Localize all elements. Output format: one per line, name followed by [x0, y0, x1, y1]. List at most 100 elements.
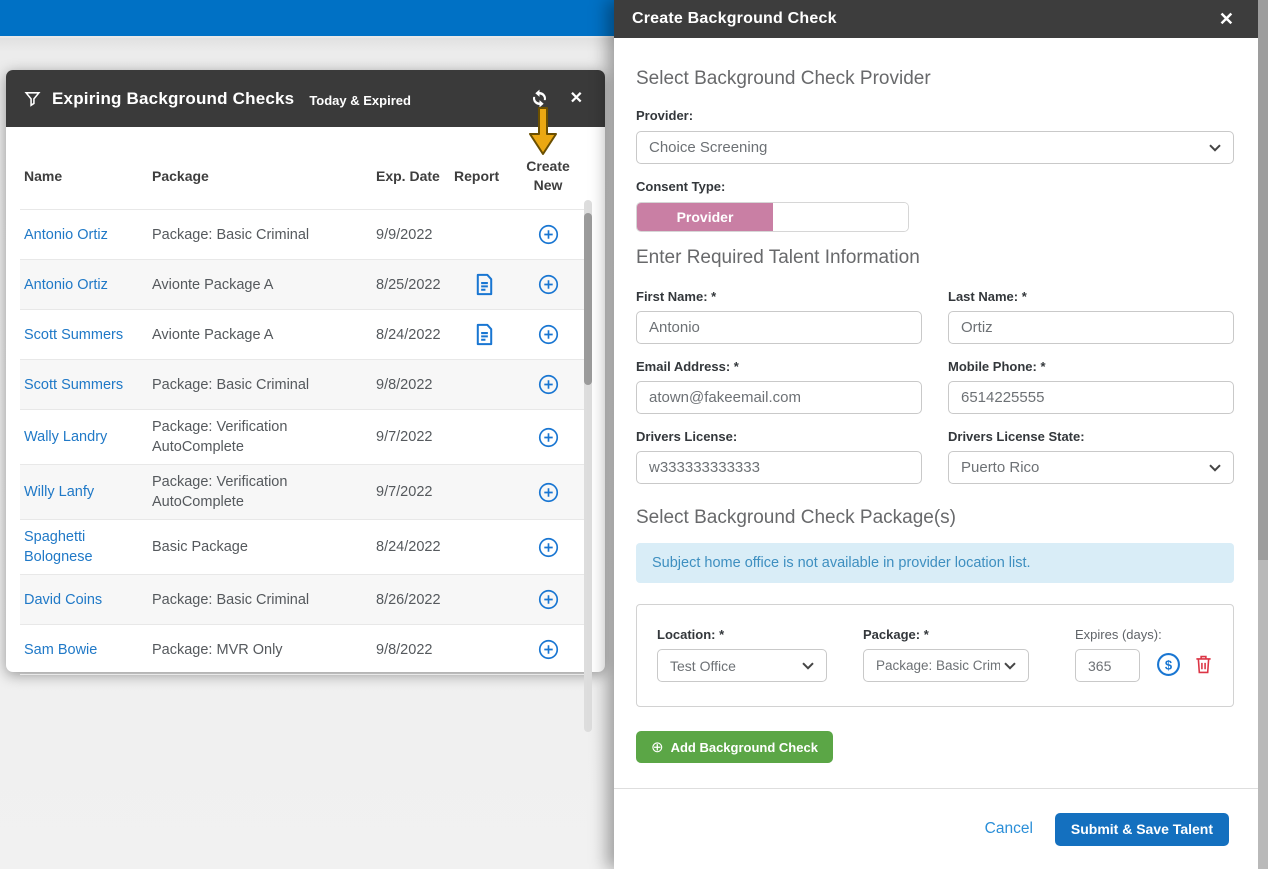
form-field: Drivers License State: Puerto Rico	[948, 429, 1234, 484]
add-background-check-button[interactable]: ⊕ Add Background Check	[636, 731, 833, 763]
drivers-license-field[interactable]	[636, 451, 922, 484]
provider-location-alert: Subject home office is not available in …	[636, 543, 1234, 583]
modal-close-button[interactable]: ✕	[1215, 6, 1238, 32]
create-new-button[interactable]	[514, 589, 578, 610]
create-new-button[interactable]	[514, 482, 578, 503]
report-document-icon	[473, 273, 496, 296]
provider-select[interactable]: Choice Screening	[636, 131, 1234, 164]
package-cell: Avionte Package A	[148, 325, 372, 345]
alert-text: Subject home office is not available in …	[652, 555, 1031, 571]
talent-name-link[interactable]: Scott Summers	[20, 375, 148, 395]
chevron-down-icon	[802, 662, 814, 670]
create-new-button[interactable]	[514, 374, 578, 395]
modal-body: Select Background Check Provider Provide…	[614, 38, 1268, 763]
create-new-plus-icon	[538, 374, 559, 395]
talent-name-link[interactable]: Sam Bowie	[20, 640, 148, 660]
delete-trash-icon[interactable]	[1194, 654, 1213, 675]
talent-name-link[interactable]: Wally Landry	[20, 427, 148, 447]
create-new-button[interactable]	[514, 324, 578, 345]
form-field: Mobile Phone: *	[948, 359, 1234, 414]
create-new-button[interactable]	[514, 274, 578, 295]
mobile-phone-field[interactable]	[948, 381, 1234, 414]
talent-name-link[interactable]: David Coins	[20, 590, 148, 610]
table-row: David CoinsPackage: Basic Criminal8/26/2…	[20, 575, 591, 625]
last-name-field[interactable]	[948, 311, 1234, 344]
package-row-card: Location: * Test Office Package: * Packa…	[636, 604, 1234, 707]
provider-label: Provider:	[636, 108, 1234, 123]
package-select-value: Package: Basic Criminal	[876, 658, 1000, 673]
package-cell: Package: Basic Criminal	[148, 590, 372, 610]
table-header-row: Name Package Exp. Date Report Create New	[20, 127, 591, 210]
package-section-heading: Select Background Check Package(s)	[636, 507, 1234, 529]
talent-section-heading: Enter Required Talent Information	[636, 247, 1234, 269]
report-cell[interactable]	[450, 323, 514, 346]
create-new-plus-icon	[538, 427, 559, 448]
panel-subtitle: Today & Expired	[309, 93, 411, 108]
table-row: Sam BowiePackage: MVR Only9/8/2022	[20, 625, 591, 675]
talent-name-link[interactable]: Willy Lanfy	[20, 482, 148, 502]
column-header-name: Name	[20, 168, 148, 184]
create-new-button[interactable]	[514, 537, 578, 558]
talent-name-link[interactable]: Spaghetti Bolognese	[20, 527, 148, 567]
create-new-plus-icon	[538, 324, 559, 345]
table-row: Willy LanfyPackage: Verification AutoCom…	[20, 465, 591, 520]
form-field: First Name: *	[636, 289, 922, 344]
report-cell[interactable]	[450, 273, 514, 296]
talent-name-link[interactable]: Antonio Ortiz	[20, 275, 148, 295]
expires-days-input[interactable]	[1075, 649, 1140, 682]
package-cell: Package: Verification AutoComplete	[148, 417, 372, 457]
exp-date-cell: 9/7/2022	[372, 427, 450, 447]
create-new-plus-icon	[538, 482, 559, 503]
expiring-checks-table: Name Package Exp. Date Report Create New…	[6, 127, 605, 675]
exp-date-cell: 8/24/2022	[372, 537, 450, 557]
form-field: Email Address: *	[636, 359, 922, 414]
email-field[interactable]	[636, 381, 922, 414]
table-scrollbar-track[interactable]	[584, 200, 592, 732]
chevron-down-icon	[1209, 464, 1221, 472]
talent-name-link[interactable]: Scott Summers	[20, 325, 148, 345]
submit-save-talent-button[interactable]: Submit & Save Talent	[1055, 813, 1229, 846]
exp-date-cell: 9/7/2022	[372, 482, 450, 502]
panel-close-button[interactable]: ✕	[566, 87, 587, 111]
field-label: Drivers License:	[636, 429, 922, 444]
table-row: Spaghetti BologneseBasic Package8/24/202…	[20, 520, 591, 575]
provider-section-heading: Select Background Check Provider	[636, 68, 1234, 90]
close-icon: ✕	[1219, 10, 1234, 28]
exp-date-cell: 9/8/2022	[372, 375, 450, 395]
create-new-plus-icon	[538, 274, 559, 295]
package-select[interactable]: Package: Basic Criminal	[863, 649, 1029, 682]
field-label: Mobile Phone: *	[948, 359, 1234, 374]
drivers-license-state-select[interactable]: Puerto Rico	[948, 451, 1234, 484]
create-new-button[interactable]	[514, 639, 578, 660]
location-select-value: Test Office	[670, 658, 736, 674]
column-header-package: Package	[148, 168, 372, 184]
location-select[interactable]: Test Office	[657, 649, 827, 682]
chevron-down-icon	[1209, 144, 1221, 152]
exp-date-cell: 8/25/2022	[372, 275, 450, 295]
table-row: Wally LandryPackage: Verification AutoCo…	[20, 410, 591, 465]
create-background-check-modal: Create Background Check ✕ Select Backgro…	[614, 0, 1268, 869]
create-new-plus-icon	[538, 589, 559, 610]
modal-scrollbar-track[interactable]	[1258, 0, 1268, 869]
cancel-button[interactable]: Cancel	[985, 820, 1033, 838]
field-label: Last Name: *	[948, 289, 1234, 304]
table-body: Antonio Ortiz Package: Basic Criminal 9/9/…	[20, 210, 591, 675]
create-new-button[interactable]	[514, 427, 578, 448]
modal-scrollbar-thumb[interactable]	[1258, 0, 1268, 560]
location-label: Location: *	[657, 627, 827, 642]
table-row: Scott SummersAvionte Package A8/24/2022	[20, 310, 591, 360]
exp-date-cell: 9/9/2022	[372, 225, 450, 245]
package-label: Package: *	[863, 627, 1029, 642]
modal-header: Create Background Check ✕	[614, 0, 1258, 38]
create-new-button[interactable]	[514, 224, 578, 245]
consent-option-other[interactable]	[773, 203, 908, 231]
price-dollar-icon[interactable]: $	[1156, 652, 1181, 677]
consent-option-provider[interactable]: Provider	[637, 203, 773, 231]
provider-select-value: Choice Screening	[649, 139, 767, 156]
consent-type-toggle: Provider	[636, 202, 909, 232]
first-name-field[interactable]	[636, 311, 922, 344]
table-scrollbar-thumb[interactable]	[584, 213, 592, 385]
field-label: Drivers License State:	[948, 429, 1234, 444]
create-new-plus-icon	[538, 224, 559, 245]
talent-name-link[interactable]: Antonio Ortiz	[20, 225, 148, 245]
